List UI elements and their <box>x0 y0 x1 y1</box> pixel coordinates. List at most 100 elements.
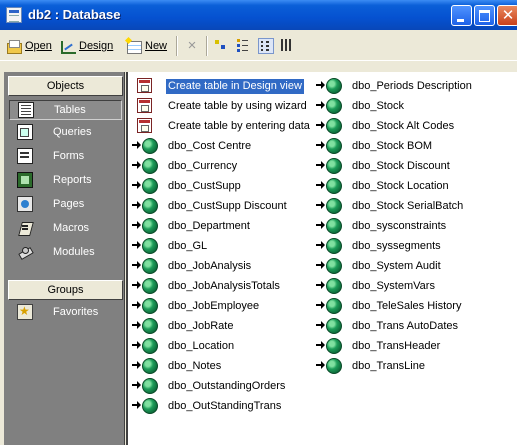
design-icon <box>60 38 76 54</box>
item-label: dbo_Department <box>168 219 250 232</box>
item-label: Create table in Design view <box>166 78 304 94</box>
linked-table-icon <box>132 398 160 414</box>
groups-header[interactable]: Groups <box>8 280 123 300</box>
linked-table-icon <box>316 238 344 254</box>
linked-table-icon <box>316 98 344 114</box>
linked-table-icon <box>132 198 160 214</box>
link-arrow-icon <box>132 141 141 149</box>
item-label: dbo_syssegments <box>352 239 441 252</box>
link-arrow-icon <box>132 361 141 369</box>
linked-table-icon <box>132 378 160 394</box>
item-label: dbo_TeleSales History <box>352 299 462 312</box>
list-view-icon[interactable] <box>258 38 274 54</box>
item-label: dbo_Periods Description <box>352 79 472 92</box>
item-label: dbo_OutStandingTrans <box>168 399 282 412</box>
object-label: Tables <box>54 104 86 116</box>
database-icon[interactable] <box>6 7 22 23</box>
item-label: dbo_TransLine <box>352 359 425 372</box>
link-arrow-icon <box>316 181 325 189</box>
item-label: dbo_GL <box>168 239 208 252</box>
linked-table-icon <box>316 218 344 234</box>
object-label: Modules <box>53 246 95 258</box>
object-label: Pages <box>53 198 85 210</box>
object-forms[interactable]: Forms <box>9 146 122 166</box>
globe-icon <box>142 378 158 394</box>
globe-icon <box>142 138 158 154</box>
report-icon <box>17 172 33 188</box>
link-arrow-icon <box>132 201 141 209</box>
item-label: dbo_Stock Alt Codes <box>352 119 455 132</box>
details-view-icon[interactable] <box>280 38 296 54</box>
link-arrow-icon <box>132 321 141 329</box>
link-arrow-icon <box>316 81 325 89</box>
tables-list[interactable]: Create table in Design view Create table … <box>126 72 517 445</box>
maximize-button[interactable] <box>474 5 495 26</box>
design-button[interactable]: Design <box>60 37 113 55</box>
linked-table-icon <box>316 258 344 274</box>
item-label: dbo_Stock Discount <box>352 159 450 172</box>
title-bar[interactable]: db2 : Database ✕ <box>0 0 517 30</box>
page-icon <box>17 196 33 212</box>
large-icons-view-icon[interactable] <box>214 38 230 54</box>
item-label: dbo_Stock SerialBatch <box>352 199 464 212</box>
link-arrow-icon <box>316 101 325 109</box>
group-label: Favorites <box>53 306 99 318</box>
objects-bar: Objects Tables Queries Forms Reports Pag… <box>4 72 125 445</box>
item-label: dbo_SystemVars <box>352 279 435 292</box>
link-arrow-icon <box>132 381 141 389</box>
delete-button[interactable]: × <box>184 37 200 55</box>
globe-icon <box>142 198 158 214</box>
macro-icon <box>17 220 33 236</box>
link-arrow-icon <box>316 281 325 289</box>
open-button[interactable]: Open <box>6 37 52 55</box>
globe-icon <box>326 218 342 234</box>
object-pages[interactable]: Pages <box>9 194 122 214</box>
item-label: dbo_sysconstraints <box>352 219 447 232</box>
design-label: Design <box>79 40 114 52</box>
object-macros[interactable]: Macros <box>9 218 122 238</box>
item-label: Create table by using wizard <box>168 99 307 112</box>
link-arrow-icon <box>132 181 141 189</box>
table-icon <box>18 102 34 118</box>
object-queries[interactable]: Queries <box>9 122 122 142</box>
item-label: dbo_Notes <box>168 359 222 372</box>
linked-table-icon <box>132 238 160 254</box>
linked-table-icon <box>316 298 344 314</box>
new-button[interactable]: New <box>126 37 167 55</box>
linked-table-icon <box>316 338 344 354</box>
globe-icon <box>142 298 158 314</box>
link-arrow-icon <box>316 241 325 249</box>
item-label: dbo_JobEmployee <box>168 299 260 312</box>
globe-icon <box>142 358 158 374</box>
small-icons-view-icon[interactable] <box>236 38 252 54</box>
item-label: dbo_Currency <box>168 159 238 172</box>
globe-icon <box>142 258 158 274</box>
minimize-button[interactable] <box>451 5 472 26</box>
globe-icon <box>326 178 342 194</box>
object-tables[interactable]: Tables <box>9 100 122 120</box>
globe-icon <box>142 398 158 414</box>
object-modules[interactable]: Modules <box>9 242 122 262</box>
globe-icon <box>326 198 342 214</box>
new-label: New <box>145 40 168 52</box>
item-label: dbo_CustSupp <box>168 179 241 192</box>
link-arrow-icon <box>316 201 325 209</box>
item-label: dbo_Cost Centre <box>168 139 252 152</box>
linked-table-icon <box>316 318 344 334</box>
wizard-icon <box>137 98 152 113</box>
object-label: Reports <box>53 174 92 186</box>
link-arrow-icon <box>316 341 325 349</box>
object-reports[interactable]: Reports <box>9 170 122 190</box>
window-title: db2 : Database <box>28 7 121 22</box>
close-button[interactable]: ✕ <box>497 5 517 26</box>
linked-table-icon <box>132 138 160 154</box>
group-favorites[interactable]: Favorites <box>9 302 122 322</box>
linked-table-icon <box>132 278 160 294</box>
link-arrow-icon <box>132 301 141 309</box>
link-arrow-icon <box>316 161 325 169</box>
globe-icon <box>142 278 158 294</box>
objects-header[interactable]: Objects <box>8 76 123 96</box>
item-label: dbo_System Audit <box>352 259 441 272</box>
linked-table-icon <box>132 318 160 334</box>
globe-icon <box>326 278 342 294</box>
